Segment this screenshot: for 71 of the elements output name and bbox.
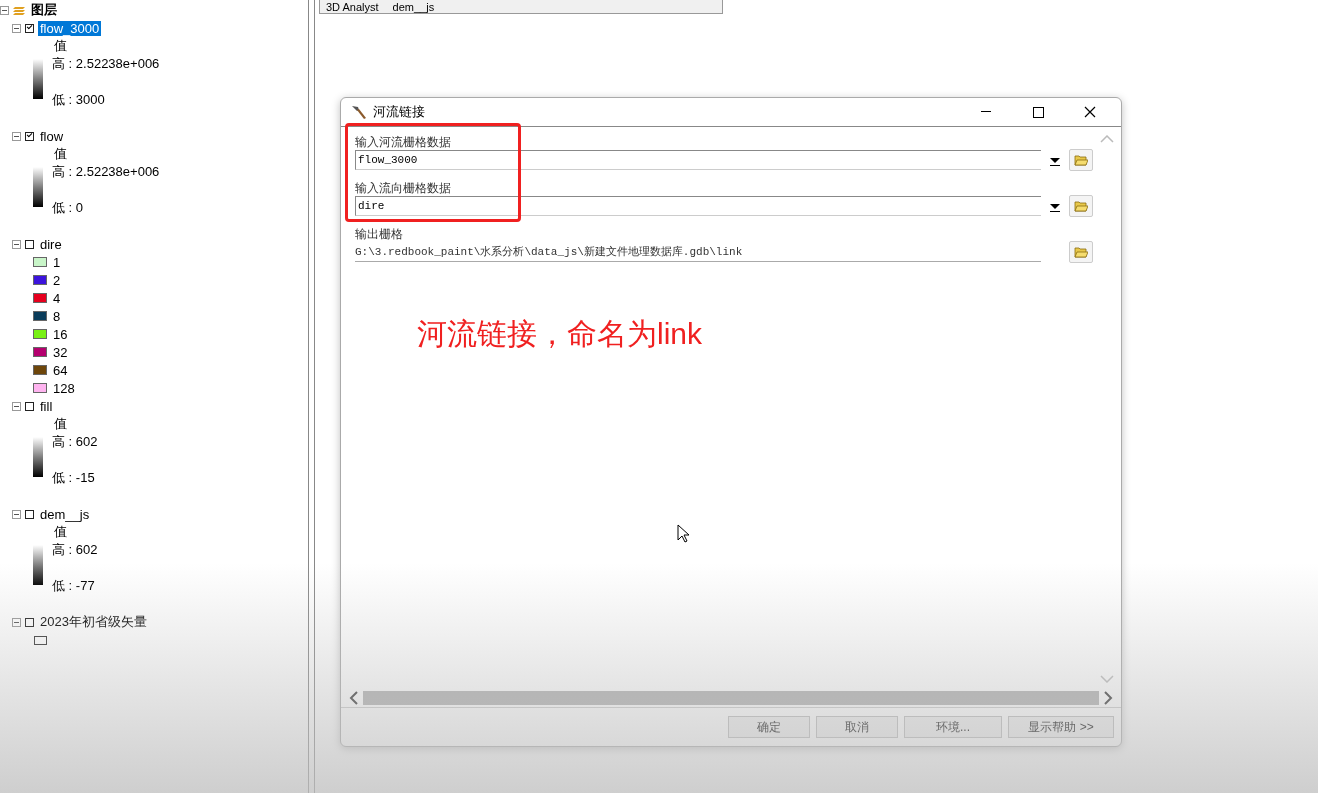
horizontal-scrollbar[interactable] bbox=[363, 691, 1099, 705]
layer-checkbox[interactable] bbox=[25, 617, 34, 627]
legend-high-label: 高 : 602 bbox=[52, 433, 99, 451]
class-label: 16 bbox=[53, 326, 68, 342]
legend-heading: 值 bbox=[53, 523, 68, 541]
class-label: 4 bbox=[53, 290, 61, 306]
browse-button[interactable] bbox=[1069, 241, 1093, 263]
toc-title: 图层 bbox=[31, 1, 57, 19]
close-icon[interactable] bbox=[1084, 106, 1096, 118]
collapse-icon[interactable] bbox=[12, 617, 21, 627]
dialog-button[interactable]: 显示帮助 >> bbox=[1008, 716, 1114, 738]
toolbar-label[interactable]: dem__js bbox=[392, 0, 435, 13]
legend-high-label: 高 : 602 bbox=[52, 541, 99, 559]
class-label: 64 bbox=[53, 362, 68, 378]
layer-checkbox[interactable] bbox=[25, 23, 34, 33]
scroll-right-icon[interactable] bbox=[1103, 691, 1113, 705]
layer-checkbox[interactable] bbox=[25, 239, 34, 249]
layer-name[interactable]: flow bbox=[38, 128, 66, 144]
folder-icon bbox=[1074, 200, 1088, 212]
class-label: 2 bbox=[53, 272, 61, 288]
color-ramp bbox=[33, 437, 43, 477]
toolbar-label[interactable]: 3D Analyst bbox=[326, 0, 379, 13]
collapse-icon[interactable] bbox=[12, 239, 21, 249]
color-ramp bbox=[33, 167, 43, 207]
output-path-field[interactable]: G:\3.redbook_paint\水系分析\data_js\新建文件地理数据库.gdb\link bbox=[355, 242, 1041, 262]
folder-icon bbox=[1074, 246, 1088, 258]
dropdown-field[interactable]: flow_3000 bbox=[355, 150, 1041, 170]
legend-low-label: 低 : -77 bbox=[52, 577, 96, 595]
legend-low-label: 低 : -15 bbox=[52, 469, 96, 487]
mouse-cursor-icon bbox=[677, 524, 691, 544]
dialog-button[interactable]: 环境... bbox=[904, 716, 1002, 738]
browse-button[interactable] bbox=[1069, 195, 1093, 217]
browse-button[interactable] bbox=[1069, 149, 1093, 171]
layer-checkbox[interactable] bbox=[25, 509, 34, 519]
field-label: 输入流向栅格数据 bbox=[355, 181, 452, 195]
layer-name[interactable]: fill bbox=[38, 398, 55, 414]
layer-name[interactable]: dem__js bbox=[38, 506, 92, 522]
layer-name[interactable]: dire bbox=[38, 236, 64, 252]
folder-icon bbox=[1074, 154, 1088, 166]
legend-high-label: 高 : 2.52238e+006 bbox=[52, 55, 161, 73]
layer-name[interactable]: 2023年初省级矢量 bbox=[38, 613, 149, 631]
field-label: 输入河流栅格数据 bbox=[355, 135, 452, 149]
annotation-text: 河流链接，命名为link bbox=[417, 316, 702, 352]
class-label: 8 bbox=[53, 308, 61, 324]
collapse-icon[interactable] bbox=[12, 401, 21, 411]
minimize-icon[interactable] bbox=[981, 111, 991, 113]
scroll-left-icon[interactable] bbox=[349, 691, 359, 705]
legend-low-label: 低 : 3000 bbox=[52, 91, 106, 109]
maximize-icon[interactable] bbox=[1032, 106, 1044, 118]
layers-icon bbox=[13, 5, 27, 15]
legend-high-label: 高 : 2.52238e+006 bbox=[52, 163, 161, 181]
collapse-icon[interactable] bbox=[12, 131, 21, 141]
legend-heading: 值 bbox=[53, 37, 68, 55]
collapse-icon[interactable] bbox=[12, 509, 21, 519]
legend-low-label: 低 : 0 bbox=[52, 199, 85, 217]
color-ramp bbox=[33, 545, 43, 585]
class-label: 32 bbox=[53, 344, 68, 360]
legend-heading: 值 bbox=[53, 145, 68, 163]
field-label: 输出栅格 bbox=[355, 227, 404, 241]
legend-heading: 值 bbox=[53, 415, 68, 433]
class-label: 1 bbox=[53, 254, 61, 270]
dropdown-field[interactable]: dire bbox=[355, 196, 1041, 216]
layer-checkbox[interactable] bbox=[25, 401, 34, 411]
polygon-symbol bbox=[34, 636, 47, 645]
dialog-button[interactable]: 确定 bbox=[728, 716, 810, 738]
layer-checkbox[interactable] bbox=[25, 131, 34, 141]
class-label: 128 bbox=[53, 380, 75, 396]
dialog-button[interactable]: 取消 bbox=[816, 716, 898, 738]
dialog-title: 河流链接 bbox=[373, 103, 426, 121]
layer-name[interactable]: flow_3000 bbox=[38, 20, 102, 36]
color-ramp bbox=[33, 59, 43, 99]
